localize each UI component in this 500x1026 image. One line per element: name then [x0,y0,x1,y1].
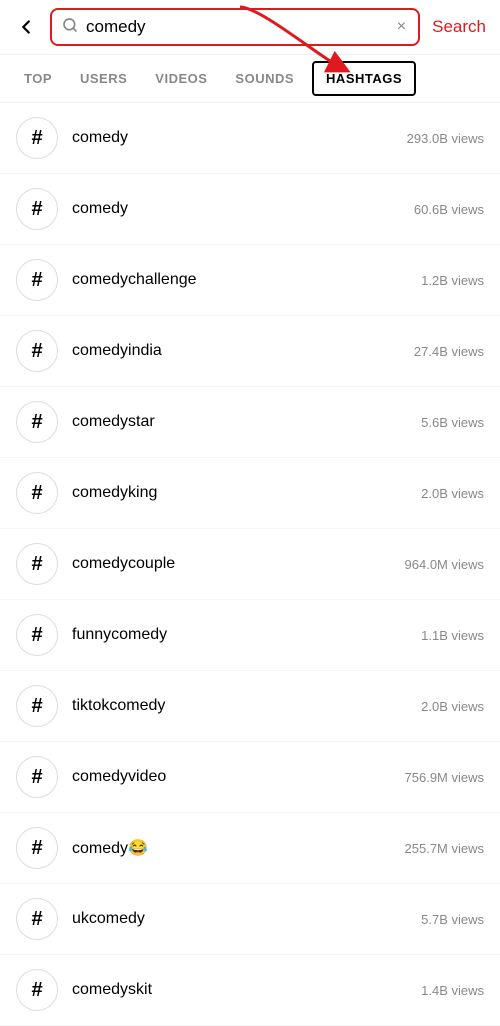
hashtag-item[interactable]: # comedyindia 27.4B views [0,316,500,387]
hashtag-item[interactable]: # comedyking 2.0B views [0,458,500,529]
hashtag-list: # comedy 293.0B views # comedy 60.6B vie… [0,103,500,1026]
hashtag-views: 293.0B views [407,131,484,146]
tab-top[interactable]: TOP [10,59,66,98]
hashtag-icon: # [16,827,58,869]
hashtag-icon: # [16,969,58,1011]
hashtag-icon: # [16,117,58,159]
back-button[interactable] [10,11,42,43]
hashtag-name: comedy [72,200,414,218]
search-icon [62,17,78,38]
hashtag-item[interactable]: # comedy 60.6B views [0,174,500,245]
hashtag-name: comedyskit [72,981,421,999]
hashtag-name: ukcomedy [72,910,421,928]
clear-button[interactable]: × [395,16,408,38]
tab-users[interactable]: USERS [66,59,141,98]
hashtag-icon: # [16,614,58,656]
hashtag-icon: # [16,330,58,372]
hashtag-icon: # [16,898,58,940]
hashtag-item[interactable]: # comedychallenge 1.2B views [0,245,500,316]
hashtag-views: 964.0M views [405,557,484,572]
hashtag-item[interactable]: # comedyvideo 756.9M views [0,742,500,813]
hashtag-views: 5.6B views [421,415,484,430]
hashtag-icon: # [16,685,58,727]
hashtag-name: tiktokcomedy [72,697,421,715]
tabs-bar: TOP USERS VIDEOS SOUNDS HASHTAGS [0,55,500,103]
hashtag-name: comedy😂 [72,838,405,858]
tab-sounds[interactable]: SOUNDS [221,59,308,98]
hashtag-views: 5.7B views [421,912,484,927]
hashtag-name: comedycouple [72,555,405,573]
hashtag-icon: # [16,472,58,514]
hashtag-views: 756.9M views [405,770,484,785]
hashtag-item[interactable]: # comedyskit 1.4B views [0,955,500,1026]
tab-videos[interactable]: VIDEOS [141,59,221,98]
hashtag-name: comedyvideo [72,768,405,786]
search-box: × [50,8,420,46]
hashtag-name: comedy [72,129,407,147]
hashtag-icon: # [16,259,58,301]
hashtag-name: funnycomedy [72,626,421,644]
hashtag-icon: # [16,188,58,230]
hashtag-item[interactable]: # comedy 293.0B views [0,103,500,174]
hashtag-views: 60.6B views [414,202,484,217]
tab-hashtags[interactable]: HASHTAGS [312,61,416,96]
hashtag-item[interactable]: # comedy😂 255.7M views [0,813,500,884]
hashtag-item[interactable]: # comedystar 5.6B views [0,387,500,458]
hashtag-name: comedyindia [72,342,414,360]
hashtag-views: 27.4B views [414,344,484,359]
hashtag-views: 1.2B views [421,273,484,288]
hashtag-icon: # [16,543,58,585]
hashtag-icon: # [16,756,58,798]
search-button[interactable]: Search [428,17,490,37]
hashtag-name: comedychallenge [72,271,421,289]
hashtag-item[interactable]: # comedycouple 964.0M views [0,529,500,600]
hashtag-views: 255.7M views [405,841,484,856]
hashtag-icon: # [16,401,58,443]
hashtag-name: comedystar [72,413,421,431]
hashtag-item[interactable]: # ukcomedy 5.7B views [0,884,500,955]
hashtag-views: 2.0B views [421,699,484,714]
hashtag-item[interactable]: # tiktokcomedy 2.0B views [0,671,500,742]
hashtag-views: 1.1B views [421,628,484,643]
header: × Search [0,0,500,55]
hashtag-views: 2.0B views [421,486,484,501]
hashtag-views: 1.4B views [421,983,484,998]
hashtag-item[interactable]: # funnycomedy 1.1B views [0,600,500,671]
search-input[interactable] [86,17,387,37]
hashtag-name: comedyking [72,484,421,502]
